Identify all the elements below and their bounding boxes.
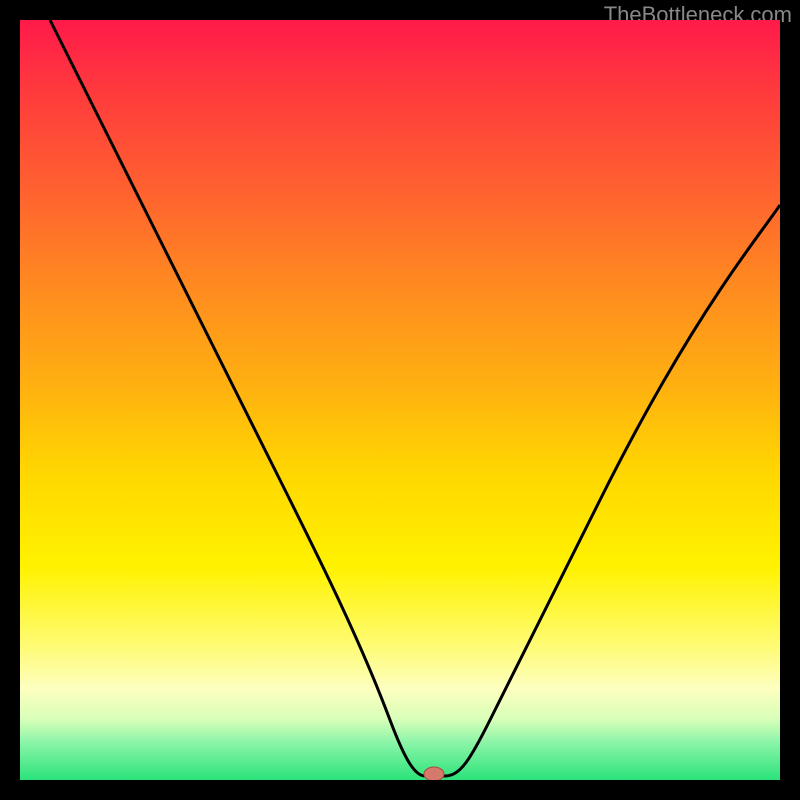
plot-area xyxy=(20,20,780,780)
chart-container: TheBottleneck.com xyxy=(0,0,800,800)
curve-svg xyxy=(20,20,780,780)
marker-dot xyxy=(424,767,444,780)
bottleneck-curve xyxy=(50,20,780,776)
